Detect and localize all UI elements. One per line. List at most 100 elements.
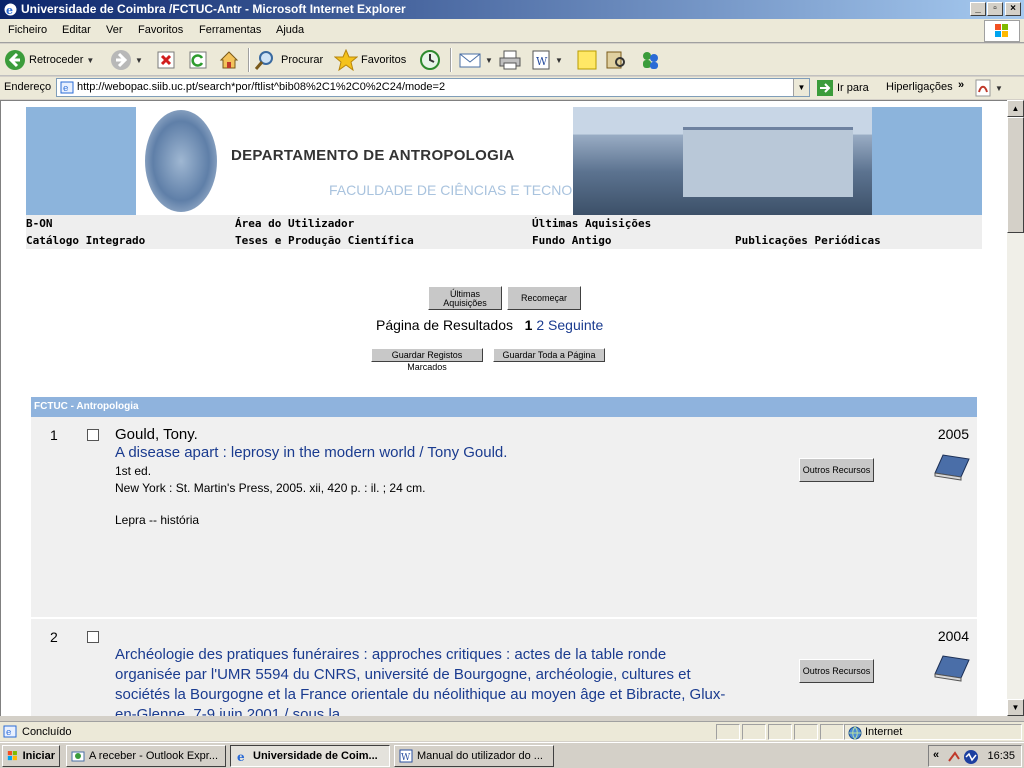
- nav-catalogo-integrado[interactable]: Catálogo Integrado: [26, 234, 145, 247]
- edit-word-button[interactable]: W ▼: [530, 47, 563, 73]
- pagination-next[interactable]: Seguinte: [548, 317, 603, 333]
- start-button[interactable]: Iniciar: [2, 745, 60, 767]
- page-done-icon: e: [3, 725, 17, 738]
- record-author[interactable]: Gould, Tony.: [115, 426, 198, 443]
- record-year: 2004: [937, 628, 969, 644]
- search-icon: [254, 51, 273, 70]
- scroll-thumb[interactable]: [1007, 117, 1024, 233]
- back-label: Retroceder: [29, 54, 84, 66]
- favorites-button[interactable]: Favoritos: [334, 47, 406, 73]
- forward-dropdown-icon[interactable]: ▼: [135, 56, 143, 65]
- svg-text:W: W: [536, 55, 548, 68]
- window-title: Universidade de Coimbra /FCTUC-Antr - Mi…: [21, 2, 406, 16]
- pagination-page-2[interactable]: 2: [536, 317, 544, 333]
- stop-icon: [157, 51, 175, 69]
- close-button[interactable]: ×: [1005, 2, 1021, 16]
- research-button[interactable]: [604, 47, 628, 73]
- record-checkbox[interactable]: [87, 631, 99, 643]
- go-arrow-icon: [817, 80, 833, 96]
- task-outlook[interactable]: A receber - Outlook Expr...: [66, 745, 226, 767]
- status-cell: [820, 724, 844, 740]
- title-bar[interactable]: e Universidade de Coimbra /FCTUC-Antr - …: [0, 0, 1024, 19]
- record-number: 2: [50, 629, 58, 645]
- search-button[interactable]: Procurar: [254, 47, 323, 73]
- maximize-button[interactable]: ▫: [987, 2, 1003, 16]
- go-button[interactable]: Ir para: [816, 79, 869, 97]
- print-button[interactable]: [498, 47, 522, 73]
- address-input[interactable]: e http://webopac.siib.uc.pt/search*por/f…: [56, 78, 810, 97]
- edit-dropdown-icon[interactable]: ▼: [555, 56, 563, 65]
- nav-b-on[interactable]: B-ON: [26, 217, 53, 230]
- ultimas-aquisicoes-button[interactable]: Últimas Aquisições: [428, 286, 502, 310]
- address-bar: Endereço e http://webopac.siib.uc.pt/sea…: [0, 77, 1024, 99]
- menu-ver[interactable]: Ver: [106, 24, 123, 36]
- task-ie[interactable]: e Universidade de Coim...: [230, 745, 390, 767]
- nav-teses[interactable]: Teses e Produção Científica: [235, 234, 414, 247]
- discuss-button[interactable]: [576, 47, 598, 73]
- menu-ajuda[interactable]: Ajuda: [276, 24, 304, 36]
- messenger-button[interactable]: [638, 47, 662, 73]
- record-number: 1: [50, 427, 58, 443]
- menu-ferramentas[interactable]: Ferramentas: [199, 24, 261, 36]
- record-subject[interactable]: Lepra -- história: [115, 513, 199, 527]
- tray-expand-icon[interactable]: «: [933, 749, 939, 761]
- nav-publicacoes-periodicas[interactable]: Publicações Periódicas: [735, 234, 881, 247]
- section-title: FCTUC - Antropologia: [34, 401, 139, 412]
- record-title[interactable]: Archéologie des pratiques funéraires : a…: [115, 645, 735, 716]
- record-edition: 1st ed.: [115, 464, 152, 478]
- home-button[interactable]: [218, 47, 240, 73]
- back-button[interactable]: Retroceder ▼: [4, 47, 94, 73]
- mail-button[interactable]: ▼: [458, 47, 493, 73]
- task-word[interactable]: W Manual do utilizador do ...: [394, 745, 554, 767]
- tray-icons[interactable]: [947, 749, 981, 765]
- history-button[interactable]: [418, 47, 442, 73]
- menu-ficheiro[interactable]: Ficheiro: [8, 24, 47, 36]
- save-page-button[interactable]: Guardar Toda a Página: [493, 348, 605, 362]
- go-label: Ir para: [837, 82, 869, 94]
- vertical-scrollbar[interactable]: ▲ ▼: [1007, 100, 1024, 716]
- mail-dropdown-icon[interactable]: ▼: [485, 56, 493, 65]
- acrobat-icon[interactable]: ▼: [975, 79, 1005, 97]
- record-title[interactable]: A disease apart : leprosy in the modern …: [115, 443, 735, 463]
- book-icon: [934, 655, 970, 682]
- nav-ultimas-aquisicoes[interactable]: Últimas Aquisições: [532, 217, 651, 230]
- back-dropdown-icon[interactable]: ▼: [86, 56, 94, 65]
- outros-recursos-button[interactable]: Outros Recursos: [799, 458, 874, 482]
- task-label: Universidade de Coim...: [253, 750, 378, 762]
- recomecar-button[interactable]: Recomeçar: [507, 286, 581, 310]
- globe-icon: [848, 726, 862, 740]
- task-label: A receber - Outlook Expr...: [89, 750, 219, 762]
- status-bar: e Concluído Internet: [0, 721, 1024, 741]
- stop-button[interactable]: [156, 47, 176, 73]
- scroll-down-icon[interactable]: ▼: [1007, 699, 1024, 716]
- links-more-icon[interactable]: »: [958, 79, 964, 91]
- refresh-button[interactable]: [188, 47, 208, 73]
- status-cell: [742, 724, 766, 740]
- book-icon: [934, 454, 970, 481]
- word-document-icon: W: [399, 749, 413, 763]
- scroll-up-icon[interactable]: ▲: [1007, 100, 1024, 117]
- toolbar-separator: [450, 48, 452, 72]
- record-checkbox[interactable]: [87, 429, 99, 441]
- menu-editar[interactable]: Editar: [62, 24, 91, 36]
- result-record: 2 Archéologie des pratiques funéraires :…: [31, 619, 977, 716]
- links-button[interactable]: Hiperligações: [886, 81, 953, 93]
- forward-button[interactable]: ▼: [110, 47, 143, 73]
- note-icon: [577, 50, 597, 70]
- outros-recursos-button[interactable]: Outros Recursos: [799, 659, 874, 683]
- nav-fundo-antigo[interactable]: Fundo Antigo: [532, 234, 611, 247]
- forward-arrow-icon: [111, 50, 131, 70]
- status-text: Concluído: [22, 726, 72, 738]
- star-icon: [334, 49, 358, 71]
- toolbar-separator: [248, 48, 250, 72]
- record-year: 2005: [937, 426, 969, 442]
- address-dropdown-icon[interactable]: ▼: [793, 79, 809, 96]
- menu-favoritos[interactable]: Favoritos: [138, 24, 183, 36]
- university-seal-logo: [145, 110, 217, 212]
- mail-icon: [459, 53, 481, 68]
- home-icon: [219, 51, 239, 69]
- minimize-button[interactable]: _: [970, 2, 986, 16]
- security-zone[interactable]: Internet: [844, 724, 1022, 740]
- save-marked-button[interactable]: Guardar Registos Marcados: [371, 348, 483, 372]
- nav-area-utilizador[interactable]: Área do Utilizador: [235, 217, 354, 230]
